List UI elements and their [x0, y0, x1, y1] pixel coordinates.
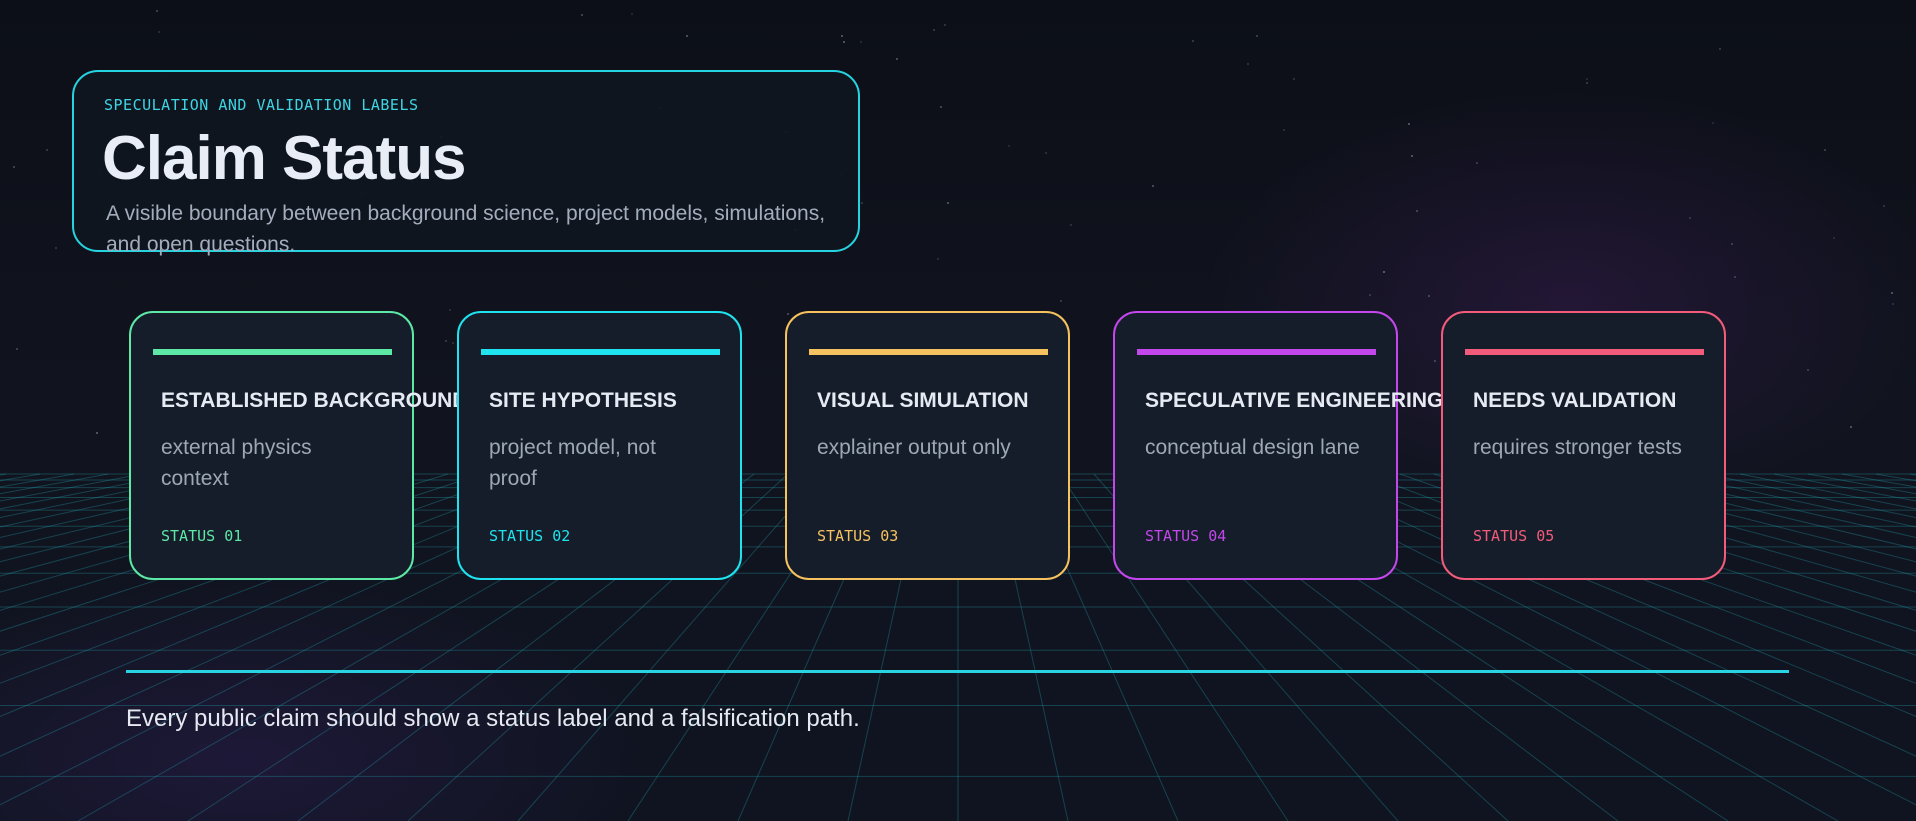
status-card-established-background: ESTABLISHED BACKGROUND external physics …	[129, 311, 467, 580]
card-title: SITE HYPOTHESIS	[489, 389, 677, 412]
page-subtitle: A visible boundary between background sc…	[106, 202, 826, 256]
card-title: SPECULATIVE ENGINEERING	[1145, 389, 1444, 412]
footer-statement: Every public claim should show a status …	[126, 705, 860, 732]
card-accent-bar	[1137, 349, 1376, 355]
card-status-label: STATUS 04	[1145, 527, 1227, 545]
status-card-needs-validation: NEEDS VALIDATION requires stronger tests…	[1441, 311, 1726, 580]
card-title: VISUAL SIMULATION	[817, 389, 1029, 412]
status-card-speculative-engineering: SPECULATIVE ENGINEERING conceptual desig…	[1113, 311, 1443, 580]
page-title: Claim Status	[102, 124, 467, 193]
card-status-label: STATUS 05	[1473, 527, 1555, 545]
card-accent-bar	[1465, 349, 1704, 355]
card-accent-bar	[809, 349, 1048, 355]
card-status-label: STATUS 02	[489, 527, 571, 545]
footer-divider	[126, 670, 1789, 673]
card-description: project model, not proof	[489, 436, 656, 490]
card-description: conceptual design lane	[1145, 436, 1360, 459]
status-card-site-hypothesis: SITE HYPOTHESIS project model, not proof…	[457, 311, 742, 580]
card-accent-bar	[481, 349, 720, 355]
card-description: requires stronger tests	[1473, 436, 1682, 459]
header-kicker: SPECULATION AND VALIDATION LABELS	[104, 96, 419, 114]
card-status-label: STATUS 03	[817, 527, 899, 545]
card-title: ESTABLISHED BACKGROUND	[161, 389, 468, 412]
card-description: external physics context	[161, 436, 312, 490]
card-description: explainer output only	[817, 436, 1011, 459]
card-title: NEEDS VALIDATION	[1473, 389, 1677, 412]
status-card-visual-simulation: VISUAL SIMULATION explainer output only …	[785, 311, 1070, 580]
card-status-label: STATUS 01	[161, 527, 243, 545]
card-accent-bar	[153, 349, 392, 355]
